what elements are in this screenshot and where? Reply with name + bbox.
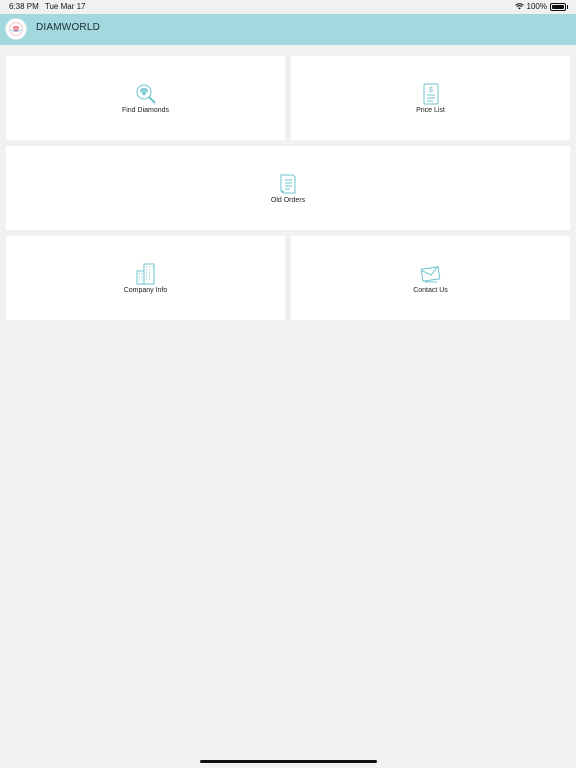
status-date: Tue Mar 17 (44, 2, 86, 11)
building-icon (136, 263, 154, 285)
battery-icon (550, 2, 568, 11)
tile-label: Price List (416, 107, 445, 114)
status-time: 6:38 PM (9, 2, 39, 11)
app-header: DIAMWORLD (0, 14, 576, 45)
diamond-search-icon (136, 84, 156, 104)
tile-label: Contact Us (413, 287, 448, 294)
status-right: 100% (514, 2, 568, 11)
document-icon (280, 174, 296, 194)
price-list-tile[interactable]: $ Price List (291, 56, 570, 140)
status-bar: 6:38 PM Tue Mar 17 100% (0, 0, 576, 14)
status-left: 6:38 PM Tue Mar 17 (9, 2, 89, 11)
app-title: DIAMWORLD (36, 22, 101, 33)
tile-label: Company Info (123, 287, 168, 294)
wifi-icon (514, 3, 524, 10)
battery-percent: 100% (526, 2, 547, 11)
price-list-icon: $ (423, 83, 438, 105)
company-info-tile[interactable]: Company Info (6, 236, 285, 320)
old-orders-tile[interactable]: Old Orders (6, 146, 570, 230)
logo-icon (9, 22, 23, 36)
contact-us-tile[interactable]: Contact Us (291, 236, 570, 320)
tile-label: Find Diamonds (121, 107, 170, 114)
tile-label: Old Orders (270, 197, 306, 204)
brand-logo[interactable] (5, 18, 27, 40)
find-diamonds-tile[interactable]: Find Diamonds (6, 56, 285, 140)
home-indicator[interactable] (200, 760, 377, 763)
envelope-icon (420, 265, 440, 283)
svg-text:$: $ (429, 87, 433, 94)
